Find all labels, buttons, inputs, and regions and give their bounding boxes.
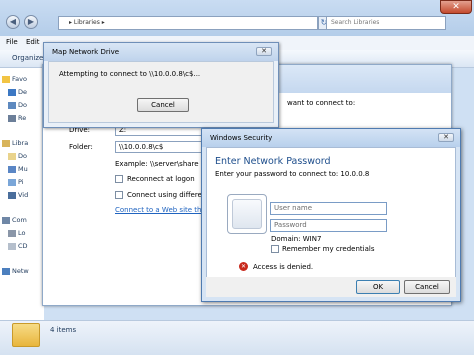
user-tile-icon xyxy=(227,194,267,234)
recent-places-icon xyxy=(8,114,16,122)
close-button[interactable]: ✕ xyxy=(440,0,472,14)
nav-item-cd-drive[interactable]: CD xyxy=(8,240,28,252)
back-button[interactable]: ◀ xyxy=(6,15,20,29)
downloads-icon xyxy=(8,101,16,109)
reconnect-checkbox[interactable] xyxy=(115,175,123,183)
item-count: 4 items xyxy=(50,326,77,334)
navigation-pane: Favo De Do Re Libra Do Mu Pi Vid Com Lo … xyxy=(0,68,44,323)
nav-item-network[interactable]: Netw xyxy=(2,265,29,277)
documents-icon xyxy=(8,152,16,160)
nav-item-desktop[interactable]: De xyxy=(8,86,27,98)
cancel-button[interactable]: Cancel xyxy=(404,280,450,294)
network-icon xyxy=(2,267,10,275)
connecting-body: Attempting to connect to \\10.0.0.8\c$..… xyxy=(48,61,274,123)
address-bar[interactable]: ▸ Libraries ▸ xyxy=(58,16,318,30)
nav-item-pictures[interactable]: Pi xyxy=(8,176,24,188)
drive-icon xyxy=(8,229,16,237)
security-footer: OK Cancel xyxy=(206,277,456,297)
videos-icon xyxy=(8,191,16,199)
nav-item-local-disk[interactable]: Lo xyxy=(8,227,25,239)
star-icon xyxy=(2,75,10,83)
search-input[interactable]: Search Libraries xyxy=(326,16,446,30)
nav-item-recent[interactable]: Re xyxy=(8,112,26,124)
security-subheading: Enter your password to connect to: 10.0.… xyxy=(215,170,370,178)
cd-drive-icon xyxy=(8,242,16,250)
username-input[interactable]: User name xyxy=(270,202,387,215)
security-body: Enter Network Password Enter your passwo… xyxy=(206,147,456,297)
password-input[interactable]: Password xyxy=(270,219,387,232)
forward-button[interactable]: ▶ xyxy=(24,15,38,29)
music-icon xyxy=(8,165,16,173)
libraries-icon xyxy=(2,139,10,147)
computer-icon xyxy=(2,216,10,224)
connecting-titlebar: Map Network Drive ✕ xyxy=(44,43,278,61)
close-icon[interactable]: ✕ xyxy=(438,133,454,142)
desktop-icon xyxy=(8,88,16,96)
connecting-dialog: Map Network Drive ✕ Attempting to connec… xyxy=(43,42,279,128)
remember-credentials-checkbox[interactable] xyxy=(271,245,279,253)
nav-item-computer[interactable]: Com xyxy=(2,214,27,226)
folder-label: Folder: xyxy=(69,143,93,151)
libraries-folder-icon xyxy=(12,323,40,347)
close-icon[interactable]: ✕ xyxy=(256,47,272,56)
ok-button[interactable]: OK xyxy=(356,280,400,294)
connecting-title: Map Network Drive xyxy=(52,48,120,56)
security-heading: Enter Network Password xyxy=(215,156,331,167)
reconnect-label: Reconnect at logon xyxy=(127,175,195,183)
folder-input[interactable]: \\10.0.0.8\c$ xyxy=(115,141,213,153)
nav-item-documents[interactable]: Do xyxy=(8,150,27,162)
nav-item-libraries[interactable]: Libra xyxy=(2,137,28,149)
nav-item-favorites[interactable]: Favo xyxy=(2,73,27,85)
nav-item-videos[interactable]: Vid xyxy=(8,189,28,201)
cancel-button[interactable]: Cancel xyxy=(137,98,189,112)
windows-security-dialog: Windows Security ✕ Enter Network Passwor… xyxy=(201,128,461,302)
error-icon: ✕ xyxy=(239,262,248,271)
pictures-icon xyxy=(8,178,16,186)
remember-credentials-label: Remember my credentials xyxy=(282,245,375,253)
error-message: Access is denied. xyxy=(253,263,314,271)
security-titlebar: Windows Security ✕ xyxy=(202,129,460,147)
wizard-prompt: want to connect to: xyxy=(287,99,356,107)
connecting-message: Attempting to connect to \\10.0.0.8\c$..… xyxy=(59,70,201,78)
nav-item-downloads[interactable]: Do xyxy=(8,99,27,111)
different-credentials-checkbox[interactable] xyxy=(115,191,123,199)
security-title: Windows Security xyxy=(210,134,273,142)
menu-edit[interactable]: Edit xyxy=(26,38,40,46)
nav-item-music[interactable]: Mu xyxy=(8,163,28,175)
folder-example: Example: \\server\share xyxy=(115,160,199,168)
domain-text: Domain: WIN7 xyxy=(271,235,322,243)
menu-file[interactable]: File xyxy=(6,38,18,46)
